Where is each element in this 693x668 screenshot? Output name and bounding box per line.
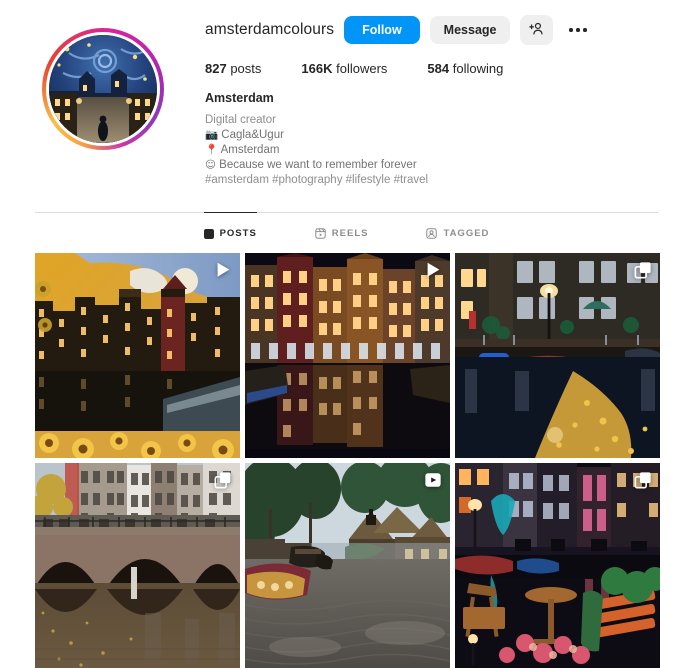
reel-icon [424, 261, 442, 279]
post-grid [0, 253, 693, 668]
smiley-icon: ☺ [205, 159, 216, 171]
bio-line-3: ☺ Because we want to remember forever [205, 158, 693, 173]
stat-posts[interactable]: 827 posts [205, 61, 261, 76]
reel-icon [214, 261, 232, 279]
tab-posts[interactable]: POSTS [203, 212, 257, 252]
carousel-icon [214, 471, 232, 489]
tagged-icon [426, 228, 438, 239]
add-person-icon [529, 22, 544, 38]
message-button[interactable]: Message [429, 15, 511, 45]
profile-username: amsterdamcolours [205, 21, 335, 38]
bio-line-1-text: Cagla&Ugur [221, 129, 284, 141]
follow-button[interactable]: Follow [344, 15, 420, 45]
post-tile-6[interactable] [455, 463, 660, 668]
followers-count: 166K [301, 61, 333, 76]
grid-icon [203, 228, 214, 239]
posts-label: posts [230, 61, 262, 76]
avatar-column [0, 10, 205, 188]
avatar[interactable] [48, 35, 157, 143]
reel-icon [424, 471, 442, 489]
profile-tabs: POSTS REELS TAGGED [35, 212, 658, 252]
bio-line-1: 📷 Cagla&Ugur [205, 128, 693, 143]
following-count: 584 [427, 61, 450, 76]
story-ring[interactable] [41, 28, 164, 150]
profile-header: amsterdamcolours Follow Message 827 post… [0, 0, 693, 188]
profile-full-name: Amsterdam [205, 91, 274, 105]
profile-tabs-container: POSTS REELS TAGGED [35, 212, 658, 252]
post-tile-2[interactable] [245, 253, 450, 458]
profile-category: Digital creator [205, 114, 276, 126]
post-tile-3[interactable] [455, 253, 660, 458]
add-person-button[interactable] [520, 15, 554, 45]
carousel-icon [634, 261, 652, 279]
bio-line-3-text: Because we want to remember forever [219, 159, 417, 171]
more-options-icon [569, 28, 587, 32]
carousel-icon [634, 471, 652, 489]
username-action-row: amsterdamcolours Follow Message [205, 15, 693, 45]
bio-line-2-text: Amsterdam [220, 144, 280, 156]
location-pin-icon: 📍 [205, 144, 219, 156]
avatar-inner [45, 32, 160, 146]
reels-icon [315, 228, 326, 239]
profile-info-column: amsterdamcolours Follow Message 827 post… [205, 10, 693, 188]
tab-reels-label: REELS [331, 228, 369, 239]
camera-icon: 📷 [205, 129, 219, 141]
tab-posts-label: POSTS [219, 228, 257, 239]
post-tile-4[interactable] [35, 463, 240, 668]
bio-line-2: 📍 Amsterdam [205, 143, 693, 158]
tab-tagged[interactable]: TAGGED [426, 212, 489, 252]
followers-label: followers [336, 61, 388, 76]
post-tile-1[interactable] [35, 253, 240, 458]
bio-hashtags[interactable]: #amsterdam #photography #lifestyle #trav… [205, 173, 693, 188]
tab-tagged-label: TAGGED [443, 228, 490, 239]
more-options-button[interactable] [563, 22, 593, 38]
stat-followers[interactable]: 166K followers [301, 61, 387, 76]
profile-bio: Digital creator 📷 Cagla&Ugur 📍 Amsterdam… [205, 113, 693, 188]
profile-stats: 827 posts 166K followers 584 following [205, 61, 693, 76]
following-label: following [452, 61, 504, 76]
posts-count: 827 [205, 61, 227, 76]
post-tile-5[interactable] [245, 463, 450, 668]
instagram-profile-page: amsterdamcolours Follow Message 827 post… [0, 0, 693, 668]
tab-reels[interactable]: REELS [315, 212, 369, 252]
stat-following[interactable]: 584 following [427, 61, 503, 76]
